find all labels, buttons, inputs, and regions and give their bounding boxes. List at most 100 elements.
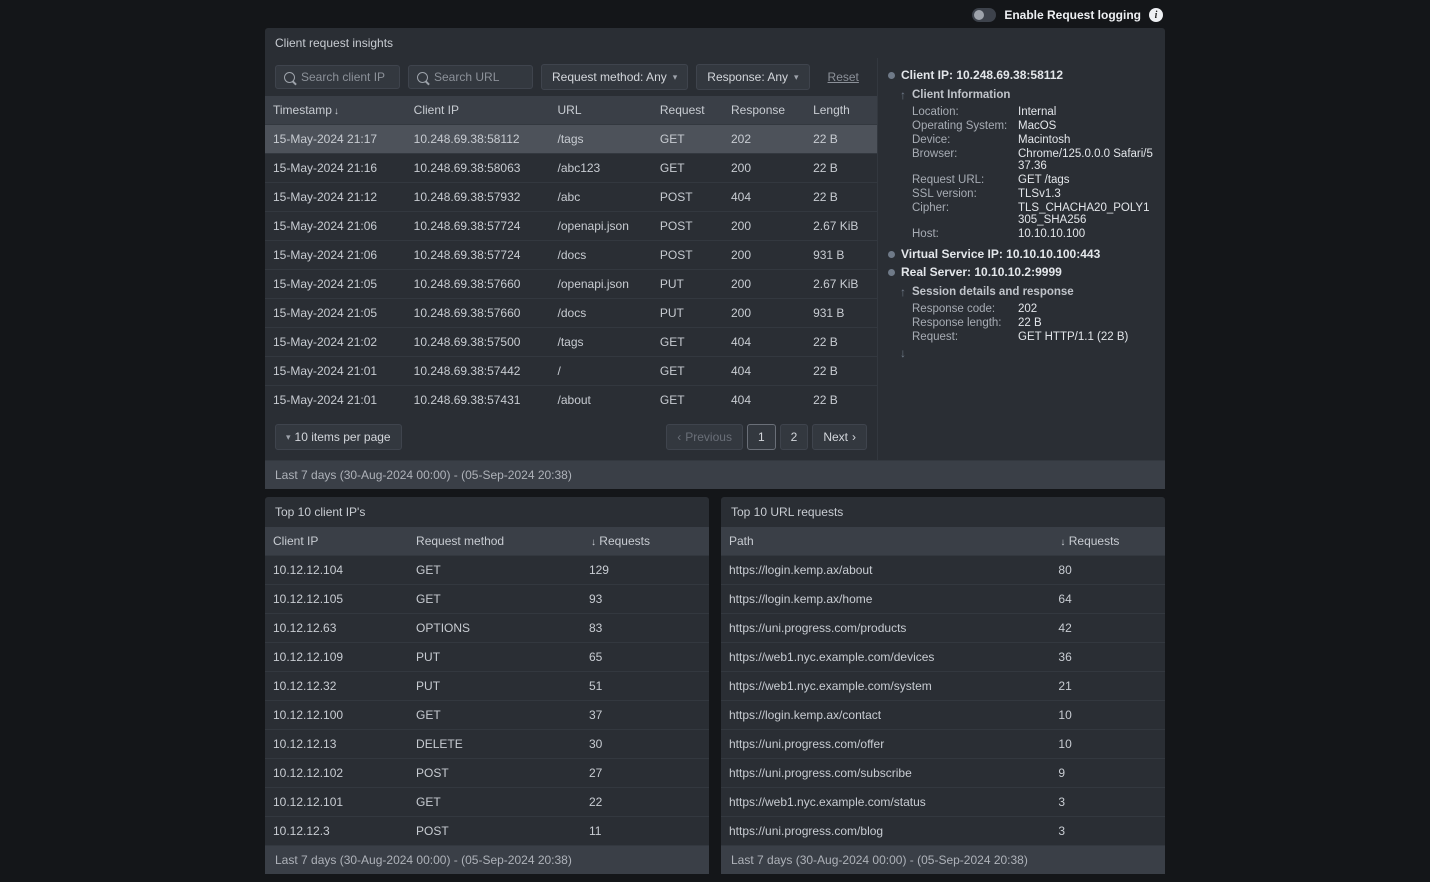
cell-req: POST: [652, 241, 723, 270]
cell-path: https://uni.progress.com/products: [721, 614, 1050, 643]
prev-page-button[interactable]: ‹ Previous: [666, 424, 743, 450]
table-row[interactable]: 10.12.12.32PUT51: [265, 672, 709, 701]
detail-client-ip-header: Client IP: 10.248.69.38:58112: [888, 68, 1155, 82]
insights-footer-range: Last 7 days (30-Aug-2024 00:00) - (05-Se…: [265, 460, 1165, 489]
table-row[interactable]: 15-May-2024 21:0610.248.69.38:57724/open…: [265, 212, 877, 241]
top-urls-table: Path ↓ Requests https://login.kemp.ax/ab…: [721, 527, 1165, 845]
chevron-down-icon: ▾: [286, 432, 291, 443]
table-row[interactable]: 10.12.12.101GET22: [265, 788, 709, 817]
search-icon: [284, 72, 295, 83]
search-url-input[interactable]: [434, 70, 524, 84]
next-page-button[interactable]: Next ›: [812, 424, 867, 450]
table-row[interactable]: https://uni.progress.com/subscribe9: [721, 759, 1165, 788]
col-timestamp[interactable]: Timestamp↓: [265, 96, 406, 125]
col-length[interactable]: Length: [805, 96, 877, 125]
chevron-down-icon: ▾: [794, 72, 799, 83]
cell-reqs: 36: [1050, 643, 1165, 672]
cell-ts: 15-May-2024 21:12: [265, 183, 406, 212]
table-row[interactable]: 15-May-2024 21:0510.248.69.38:57660/docs…: [265, 299, 877, 328]
table-row[interactable]: 15-May-2024 21:1210.248.69.38:57932/abcP…: [265, 183, 877, 212]
cell-url: /tags: [550, 328, 652, 357]
table-row[interactable]: https://web1.nyc.example.com/status3: [721, 788, 1165, 817]
enable-logging-toggle[interactable]: [972, 8, 996, 22]
page-2-button[interactable]: 2: [780, 424, 809, 450]
cell-ip: 10.12.12.63: [265, 614, 408, 643]
cell-ts: 15-May-2024 21:01: [265, 386, 406, 415]
table-row[interactable]: https://uni.progress.com/blog3: [721, 817, 1165, 846]
cell-ts: 15-May-2024 21:06: [265, 241, 406, 270]
cell-len: 931 B: [805, 299, 877, 328]
table-row[interactable]: https://web1.nyc.example.com/devices36: [721, 643, 1165, 672]
col-client-ip[interactable]: Client IP: [406, 96, 550, 125]
arrow-down-icon: ↓: [900, 346, 1155, 360]
search-icon: [417, 72, 428, 83]
cell-method: POST: [408, 759, 581, 788]
kv-row: Response code:202: [912, 302, 1155, 316]
table-row[interactable]: 15-May-2024 21:0110.248.69.38:57431/abou…: [265, 386, 877, 415]
request-method-label: Request method: Any: [552, 70, 667, 84]
col-path[interactable]: Path: [721, 527, 1050, 556]
table-row[interactable]: https://uni.progress.com/offer10: [721, 730, 1165, 759]
cell-ip: 10.248.69.38:57724: [406, 212, 550, 241]
reset-link[interactable]: Reset: [828, 70, 859, 84]
table-row[interactable]: https://login.kemp.ax/about80: [721, 556, 1165, 585]
table-row[interactable]: 10.12.12.13DELETE30: [265, 730, 709, 759]
table-row[interactable]: 10.12.12.63OPTIONS83: [265, 614, 709, 643]
prev-label: Previous: [685, 430, 732, 444]
kv-row: Request URL:GET /tags: [912, 173, 1155, 187]
cell-ip: 10.12.12.100: [265, 701, 408, 730]
col-requests[interactable]: ↓ Requests: [1050, 527, 1165, 556]
cell-reqs: 21: [1050, 672, 1165, 701]
col-url[interactable]: URL: [550, 96, 652, 125]
kv-key: Request:: [912, 331, 1010, 343]
kv-row: Cipher:TLS_CHACHA20_POLY1305_SHA256: [912, 201, 1155, 227]
cell-ip: 10.248.69.38:57932: [406, 183, 550, 212]
items-per-page-dropdown[interactable]: ▾ 10 items per page: [275, 424, 402, 450]
cell-url: /abc123: [550, 154, 652, 183]
request-method-dropdown[interactable]: Request method: Any ▾: [541, 64, 688, 90]
table-row[interactable]: 15-May-2024 21:0110.248.69.38:57442/GET4…: [265, 357, 877, 386]
cell-ip: 10.248.69.38:57500: [406, 328, 550, 357]
kv-value: GET HTTP/1.1 (22 B): [1018, 331, 1155, 343]
kv-key: Operating System:: [912, 120, 1010, 132]
top-ips-table: Client IP Request method ↓ Requests 10.1…: [265, 527, 709, 845]
cell-path: https://login.kemp.ax/about: [721, 556, 1050, 585]
table-row[interactable]: 15-May-2024 21:1610.248.69.38:58063/abc1…: [265, 154, 877, 183]
table-row[interactable]: 15-May-2024 21:0510.248.69.38:57660/open…: [265, 270, 877, 299]
info-icon[interactable]: i: [1149, 8, 1163, 22]
page-1-button[interactable]: 1: [747, 424, 776, 450]
table-row[interactable]: https://uni.progress.com/products42: [721, 614, 1165, 643]
cell-len: 931 B: [805, 241, 877, 270]
response-dropdown[interactable]: Response: Any ▾: [696, 64, 809, 90]
table-row[interactable]: 10.12.12.104GET129: [265, 556, 709, 585]
table-row[interactable]: 10.12.12.3POST11: [265, 817, 709, 846]
table-row[interactable]: https://login.kemp.ax/contact10: [721, 701, 1165, 730]
col-request[interactable]: Request: [652, 96, 723, 125]
col-method[interactable]: Request method: [408, 527, 581, 556]
cell-method: PUT: [408, 643, 581, 672]
table-row[interactable]: 15-May-2024 21:0610.248.69.38:57724/docs…: [265, 241, 877, 270]
detail-pane: Client IP: 10.248.69.38:58112 ↑ Client I…: [877, 58, 1165, 460]
col-requests[interactable]: ↓ Requests: [581, 527, 709, 556]
cell-url: /about: [550, 386, 652, 415]
kv-value: TLS_CHACHA20_POLY1305_SHA256: [1018, 202, 1155, 226]
table-row[interactable]: 10.12.12.105GET93: [265, 585, 709, 614]
table-row[interactable]: 10.12.12.100GET37: [265, 701, 709, 730]
cell-len: 2.67 KiB: [805, 270, 877, 299]
search-client-ip[interactable]: [275, 65, 400, 89]
cell-req: GET: [652, 154, 723, 183]
col-ip[interactable]: Client IP: [265, 527, 408, 556]
cell-reqs: 42: [1050, 614, 1165, 643]
search-url[interactable]: [408, 65, 533, 89]
table-row[interactable]: 10.12.12.102POST27: [265, 759, 709, 788]
insights-title: Client request insights: [265, 28, 1165, 58]
table-row[interactable]: https://login.kemp.ax/home64: [721, 585, 1165, 614]
table-row[interactable]: 15-May-2024 21:1710.248.69.38:58112/tags…: [265, 125, 877, 154]
table-row[interactable]: https://web1.nyc.example.com/system21: [721, 672, 1165, 701]
cell-len: 22 B: [805, 154, 877, 183]
col-response[interactable]: Response: [723, 96, 805, 125]
table-row[interactable]: 15-May-2024 21:0210.248.69.38:57500/tags…: [265, 328, 877, 357]
cell-ip: 10.248.69.38:57442: [406, 357, 550, 386]
table-row[interactable]: 10.12.12.109PUT65: [265, 643, 709, 672]
search-client-ip-input[interactable]: [301, 70, 391, 84]
